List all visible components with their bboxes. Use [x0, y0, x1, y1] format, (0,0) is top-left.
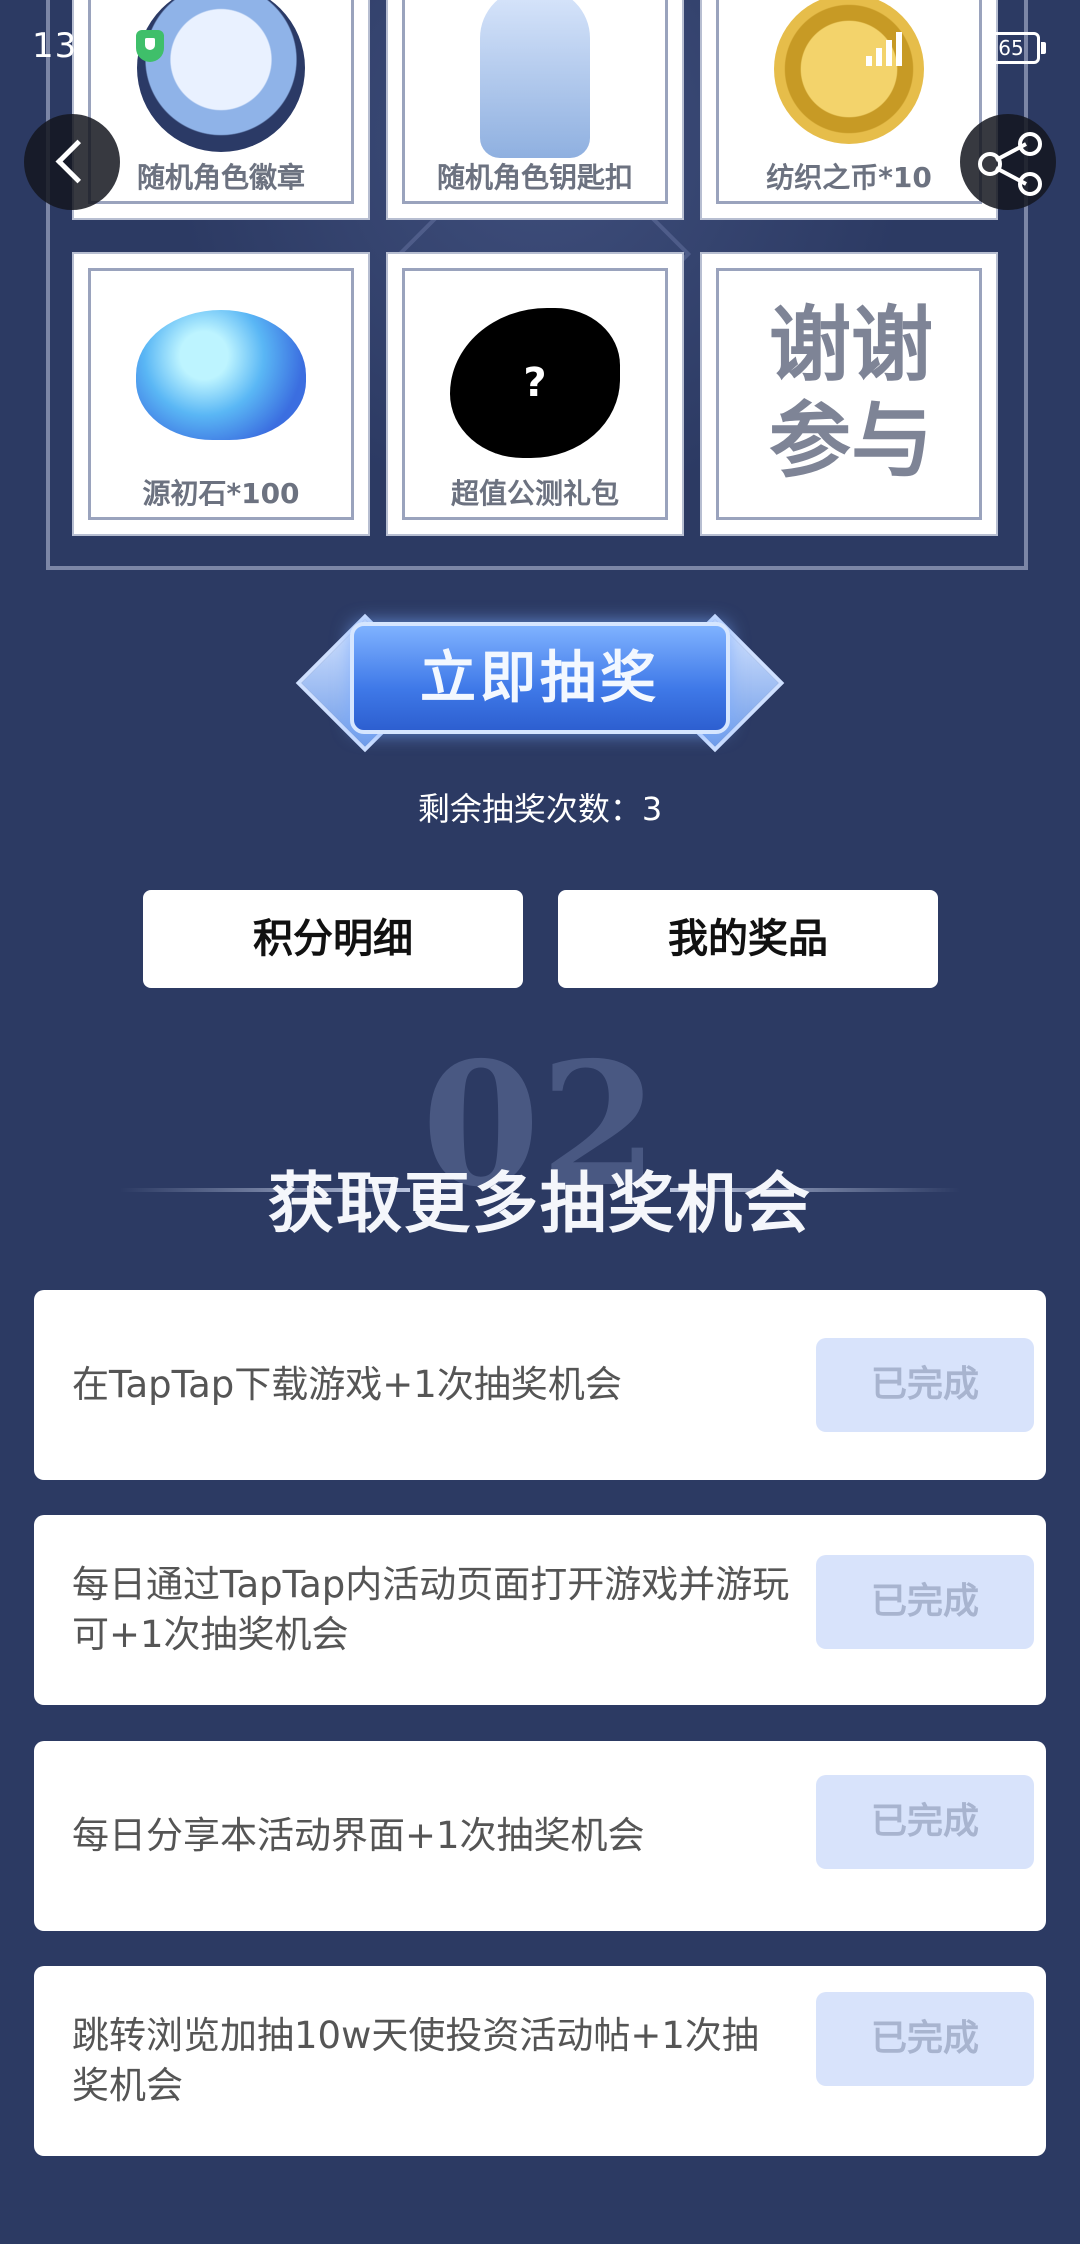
task-card: 每日通过TapTap内活动页面打开游戏并游玩可+1次抽奖机会 已完成: [34, 1515, 1046, 1705]
prize-cell: 谢谢参与: [702, 254, 996, 534]
thanks-for-participating-text: 谢谢参与: [768, 298, 933, 489]
prize-cell: 源初石*100: [74, 254, 368, 534]
points-detail-button[interactable]: 积分明细: [143, 890, 523, 988]
battery-icon: 65: [982, 32, 1046, 64]
task-description: 每日通过TapTap内活动页面打开游戏并游玩可+1次抽奖机会: [72, 1563, 790, 1656]
draw-now-label: 立即抽奖: [350, 622, 730, 734]
task-completed-button[interactable]: 已完成: [816, 1775, 1034, 1869]
status-time: 13:30: [32, 26, 135, 66]
back-button[interactable]: [24, 114, 120, 210]
slime-gem-image: [136, 310, 306, 440]
my-prizes-button[interactable]: 我的奖品: [558, 890, 938, 988]
share-button[interactable]: [960, 114, 1056, 210]
prize-cell: ? 超值公测礼包: [388, 254, 682, 534]
prize-label: 超值公测礼包: [450, 477, 619, 510]
draw-now-button[interactable]: 立即抽奖: [295, 613, 785, 753]
task-description: 在TapTap下载游戏+1次抽奖机会: [72, 1363, 622, 1406]
prize-label: 纺织之币*10: [766, 161, 932, 194]
task-card: 在TapTap下载游戏+1次抽奖机会 已完成: [34, 1290, 1046, 1480]
task-completed-button[interactable]: 已完成: [816, 1992, 1034, 2086]
remaining-draws-text: 剩余抽奖次数：3: [417, 790, 663, 828]
task-description: 跳转浏览加抽10w天使投资活动帖+1次抽奖机会: [72, 2014, 759, 2107]
status-bar: 13:30 ◠ 65: [0, 0, 1080, 96]
task-card: 每日分享本活动界面+1次抽奖机会 已完成: [34, 1741, 1046, 1931]
task-card: 跳转浏览加抽10w天使投资活动帖+1次抽奖机会 已完成: [34, 1966, 1046, 2156]
prize-label: 随机角色徽章: [136, 161, 305, 194]
task-completed-button[interactable]: 已完成: [816, 1338, 1034, 1432]
task-description: 每日分享本活动界面+1次抽奖机会: [72, 1814, 645, 1857]
wifi-icon: ◠: [920, 28, 952, 69]
signal-icon: [866, 30, 906, 66]
task-completed-button[interactable]: 已完成: [816, 1555, 1034, 1649]
prize-label: 源初石*100: [142, 477, 300, 510]
prize-label: 随机角色钥匙扣: [436, 161, 633, 194]
shield-icon: [136, 30, 164, 62]
section-title: 获取更多抽奖机会: [268, 1164, 812, 1242]
